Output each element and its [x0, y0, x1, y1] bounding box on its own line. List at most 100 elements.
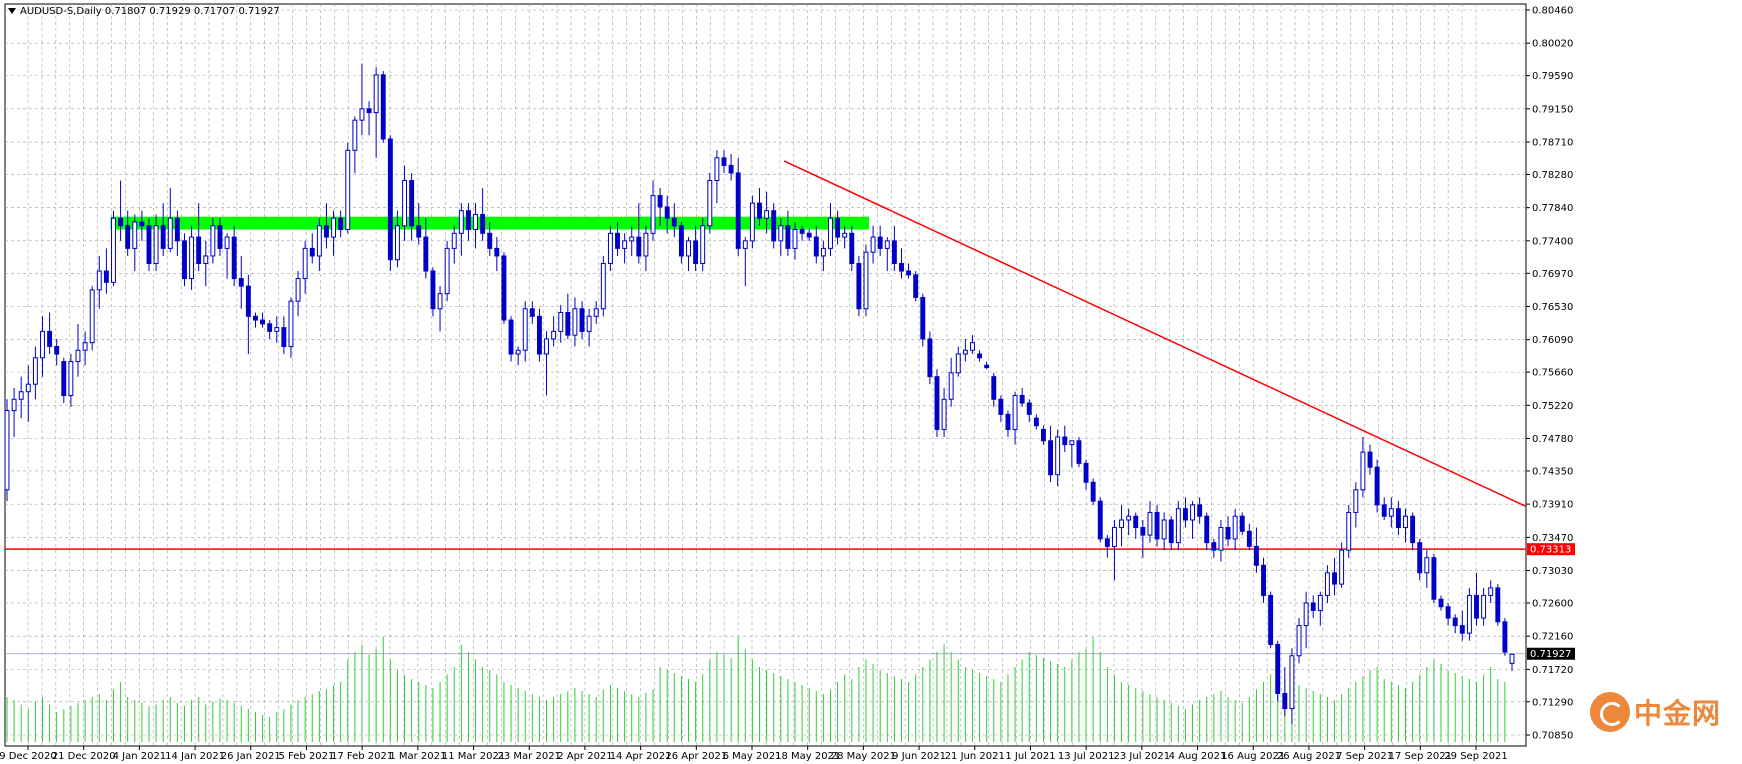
candle-body[interactable]	[1445, 606, 1451, 619]
candle-body[interactable]	[373, 74, 379, 114]
candle-body[interactable]	[1509, 653, 1515, 664]
candle-body[interactable]	[253, 315, 258, 321]
candle-body[interactable]	[671, 217, 677, 227]
candle-body[interactable]	[707, 179, 713, 227]
candle-body[interactable]	[1303, 602, 1309, 627]
candle-body[interactable]	[224, 236, 230, 249]
candle-body[interactable]	[345, 149, 351, 231]
candle-body[interactable]	[515, 349, 521, 355]
candle-body[interactable]	[40, 330, 45, 359]
candle-body[interactable]	[991, 376, 997, 400]
candle-body[interactable]	[1502, 621, 1508, 653]
candle-body[interactable]	[579, 308, 585, 332]
candle-body[interactable]	[174, 217, 180, 242]
candle-body[interactable]	[664, 206, 670, 219]
candle-body[interactable]	[728, 164, 734, 174]
candle-body[interactable]	[487, 232, 493, 249]
candle-body[interactable]	[18, 391, 24, 400]
candle-body[interactable]	[955, 353, 961, 374]
candle-body[interactable]	[884, 240, 890, 249]
candle-body[interactable]	[906, 270, 912, 276]
candle-body[interactable]	[536, 315, 542, 355]
candle-body[interactable]	[1225, 527, 1231, 540]
candle-body[interactable]	[1026, 402, 1032, 415]
candle-body[interactable]	[593, 308, 599, 317]
candle-body[interactable]	[1154, 511, 1160, 540]
candle-body[interactable]	[1431, 557, 1437, 600]
candle-body[interactable]	[54, 345, 60, 355]
candle-body[interactable]	[82, 342, 88, 351]
candle-body[interactable]	[1055, 436, 1061, 476]
candle-body[interactable]	[1289, 655, 1295, 710]
candle-body[interactable]	[103, 270, 109, 283]
candle-body[interactable]	[551, 330, 557, 340]
candle-body[interactable]	[96, 270, 102, 291]
price-chart[interactable]: 9 Dec 202021 Dec 20204 Jan 202114 Jan 20…	[0, 0, 1742, 764]
candle-body[interactable]	[4, 410, 10, 491]
candle-body[interactable]	[146, 225, 152, 264]
candle-body[interactable]	[203, 255, 209, 264]
candle-body[interactable]	[281, 327, 287, 347]
candle-body[interactable]	[274, 327, 280, 332]
candle-body[interactable]	[1168, 519, 1174, 544]
candle-body[interactable]	[75, 349, 81, 363]
candle-body[interactable]	[338, 217, 344, 231]
candle-body[interactable]	[629, 236, 635, 242]
candle-body[interactable]	[1481, 594, 1487, 619]
candle-body[interactable]	[643, 232, 649, 257]
candle-body[interactable]	[295, 278, 301, 302]
candle-body[interactable]	[302, 247, 308, 280]
candle-body[interactable]	[359, 108, 365, 121]
candle-body[interactable]	[444, 247, 450, 295]
candle-body[interactable]	[1452, 617, 1458, 627]
candle-body[interactable]	[1211, 542, 1217, 551]
candle-body[interactable]	[927, 338, 933, 378]
candle-body[interactable]	[473, 213, 478, 231]
candle-body[interactable]	[409, 179, 415, 227]
candle-body[interactable]	[1275, 643, 1281, 695]
candle-body[interactable]	[324, 225, 329, 238]
candle-body[interactable]	[182, 240, 187, 280]
candle-body[interactable]	[416, 225, 422, 238]
candle-body[interactable]	[678, 225, 684, 257]
candle-body[interactable]	[1126, 515, 1132, 521]
candle-body[interactable]	[1417, 542, 1423, 574]
candle-body[interactable]	[25, 383, 31, 393]
candle-body[interactable]	[1190, 504, 1195, 521]
candle-body[interactable]	[1048, 440, 1054, 476]
candle-body[interactable]	[480, 213, 486, 234]
candle-body[interactable]	[1033, 417, 1039, 427]
candle-body[interactable]	[607, 232, 613, 264]
candle-body[interactable]	[622, 240, 628, 249]
candle-body[interactable]	[331, 217, 337, 238]
candle-body[interactable]	[1253, 545, 1259, 566]
candle-body[interactable]	[288, 300, 294, 347]
candle-body[interactable]	[806, 232, 812, 238]
candle-body[interactable]	[657, 195, 663, 208]
candle-body[interactable]	[316, 225, 322, 257]
candle-body[interactable]	[494, 247, 500, 257]
candle-body[interactable]	[1466, 594, 1472, 634]
candle-body[interactable]	[1012, 395, 1018, 430]
candle-body[interactable]	[544, 338, 549, 355]
candle-body[interactable]	[934, 376, 940, 430]
candle-body[interactable]	[231, 236, 237, 280]
candle-body[interactable]	[1332, 572, 1337, 585]
candle-body[interactable]	[863, 251, 869, 310]
candle-body[interactable]	[1282, 693, 1288, 710]
candle-body[interactable]	[998, 398, 1004, 415]
candle-body[interactable]	[1346, 511, 1352, 551]
candle-body[interactable]	[160, 225, 166, 249]
chart-window[interactable]: 9 Dec 2020 21 Dec 2020 4 Jan 2021 14 Jan 20…	[0, 0, 1742, 764]
candle-body[interactable]	[650, 195, 656, 234]
candle-body[interactable]	[835, 217, 841, 238]
candle-body[interactable]	[1459, 625, 1465, 634]
candle-body[interactable]	[948, 372, 954, 400]
candle-body[interactable]	[757, 202, 762, 219]
candle-body[interactable]	[828, 217, 833, 249]
candle-body[interactable]	[529, 308, 535, 317]
candle-body[interactable]	[1395, 508, 1401, 529]
candle-body[interactable]	[1474, 594, 1479, 619]
candle-body[interactable]	[387, 138, 393, 261]
candle-body[interactable]	[217, 225, 223, 249]
